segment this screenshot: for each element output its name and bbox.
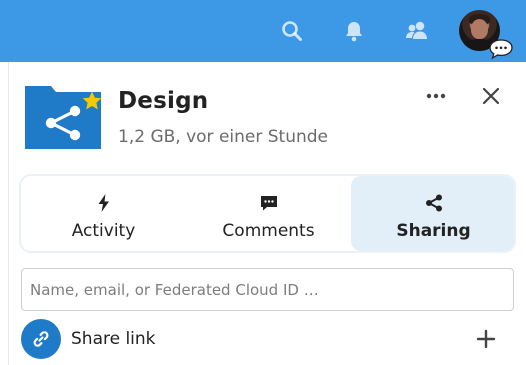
link-icon[interactable] bbox=[21, 319, 61, 359]
file-meta: 1,2 GB, vor einer Stunde bbox=[118, 127, 329, 147]
search-icon[interactable] bbox=[279, 18, 305, 44]
close-icon[interactable] bbox=[479, 84, 503, 108]
top-header-bar bbox=[0, 0, 526, 62]
lightning-icon bbox=[94, 193, 114, 213]
share-link-label[interactable]: Share link bbox=[71, 329, 156, 349]
share-icon bbox=[424, 193, 444, 213]
file-title: Design bbox=[118, 88, 209, 114]
tab-comments[interactable]: Comments bbox=[186, 176, 351, 251]
plus-icon[interactable] bbox=[474, 327, 498, 351]
chat-bubble-icon bbox=[488, 38, 514, 60]
share-search-input[interactable] bbox=[21, 268, 514, 311]
more-horizontal-icon[interactable] bbox=[424, 84, 448, 108]
bell-icon[interactable] bbox=[341, 18, 367, 44]
tab-label: Activity bbox=[71, 221, 136, 241]
contacts-icon[interactable] bbox=[404, 18, 430, 44]
comment-icon bbox=[259, 193, 279, 213]
tab-label: Sharing bbox=[396, 221, 471, 241]
tab-activity[interactable]: Activity bbox=[21, 176, 186, 251]
tab-label: Comments bbox=[222, 221, 315, 241]
avatar-face bbox=[471, 19, 488, 39]
star-icon[interactable] bbox=[81, 90, 103, 112]
sidebar-tabs: Activity Comments Sharing bbox=[19, 174, 516, 253]
sidebar-border bbox=[8, 62, 9, 365]
tab-sharing[interactable]: Sharing bbox=[351, 176, 514, 251]
